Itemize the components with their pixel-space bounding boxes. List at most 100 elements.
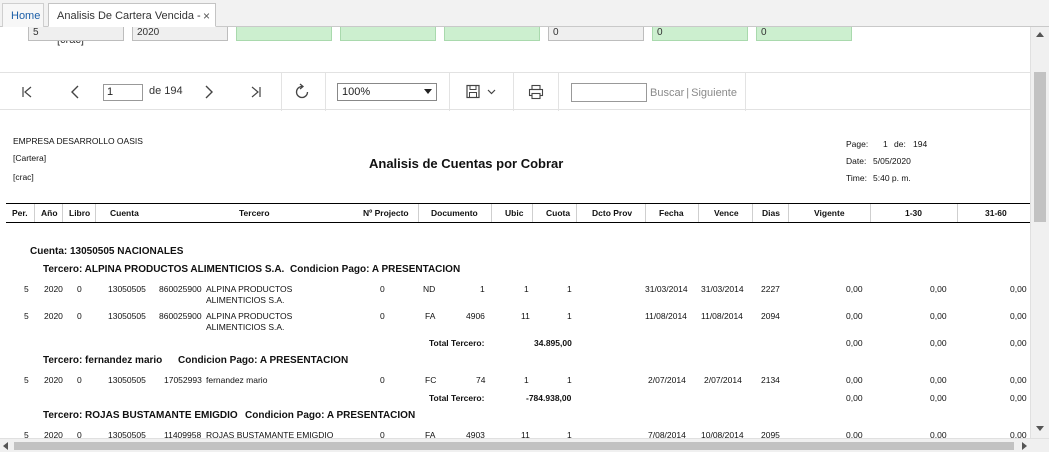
cell-per: 5 xyxy=(24,375,29,385)
total-vigente: 0,00 xyxy=(846,338,863,348)
vertical-scroll-thumb[interactable] xyxy=(1034,72,1046,222)
cell-vence: 10/08/2014 xyxy=(701,430,744,438)
cell-dias: 2227 xyxy=(761,284,780,294)
cell-vigente: 0,00 xyxy=(846,284,863,294)
cell-1-30: 0,00 xyxy=(930,430,947,438)
find-next-link[interactable]: Siguiente xyxy=(691,87,737,99)
total-label: Total Tercero: xyxy=(429,393,485,403)
scroll-down-icon[interactable] xyxy=(1036,426,1044,431)
total-1-30: 0,00 xyxy=(930,338,947,348)
cell-proyecto: 0 xyxy=(380,375,385,385)
filter-field-8[interactable]: 0 xyxy=(756,27,852,41)
cell-tercero-cont: ALIMENTICIOS S.A. xyxy=(206,295,285,305)
cell-dias: 2095 xyxy=(761,430,780,438)
vertical-scrollbar[interactable] xyxy=(1030,27,1049,438)
horizontal-scrollbar[interactable] xyxy=(0,438,1049,452)
print-button[interactable] xyxy=(524,73,548,111)
last-page-icon xyxy=(251,86,261,98)
filter-field-6[interactable]: 0 xyxy=(548,27,644,41)
cell-cuota: 1 xyxy=(567,311,572,321)
cell-libro: 0 xyxy=(77,284,82,294)
total-value: 34.895,00 xyxy=(534,338,572,348)
total-31-60: 0,00 xyxy=(1010,338,1027,348)
cell-tipo-doc: FA xyxy=(425,430,436,438)
filter-field-4[interactable] xyxy=(340,27,436,41)
page-number: 1 xyxy=(883,139,888,149)
filter-field-7[interactable]: 0 xyxy=(652,27,748,41)
tab-home[interactable]: Home xyxy=(2,3,44,27)
condicion-pago: Condicion Pago: A PRESENTACION xyxy=(178,355,349,366)
last-page-button[interactable] xyxy=(243,73,269,111)
filter-field-5[interactable] xyxy=(444,27,540,41)
chevron-left-icon xyxy=(71,85,79,99)
scroll-left-icon[interactable] xyxy=(3,442,8,450)
col-31-60: 31-60 xyxy=(985,208,1007,218)
col-vence: Vence xyxy=(714,208,739,218)
filter-field-3[interactable] xyxy=(236,27,332,41)
cell-dias: 2094 xyxy=(761,311,780,321)
page-count-label: de 194 xyxy=(149,85,183,97)
period-field[interactable]: 5 xyxy=(28,27,124,41)
column-divider xyxy=(645,204,646,222)
col-cuenta: Cuenta xyxy=(110,208,139,218)
cell-cuenta: 13050505 xyxy=(108,284,146,294)
cell-libro: 0 xyxy=(77,430,82,438)
header-bottom-line xyxy=(6,222,1030,223)
cell-tipo-doc: FC xyxy=(425,375,437,385)
export-button[interactable] xyxy=(461,73,501,111)
cell-vigente: 0,00 xyxy=(846,375,863,385)
cell-31-60: 0,00 xyxy=(1010,375,1027,385)
filter-row: 5 2020 0 0 0 xyxy=(0,27,1030,71)
cell-nit: 860025900 xyxy=(159,311,202,321)
find-input[interactable] xyxy=(571,83,647,102)
toolbar-separator xyxy=(449,73,450,111)
previous-page-button[interactable] xyxy=(62,73,88,111)
first-page-button[interactable] xyxy=(14,73,40,111)
total-vigente: 0,00 xyxy=(846,393,863,403)
col-1-30: 1-30 xyxy=(905,208,923,218)
cell-fecha: 2/07/2014 xyxy=(648,375,686,385)
page-number-input[interactable]: 1 xyxy=(103,84,143,101)
col-per: Per. xyxy=(12,208,28,218)
find-links: Buscar | Siguiente xyxy=(650,87,737,99)
cell-fecha: 31/03/2014 xyxy=(645,284,688,294)
col-fecha: Fecha xyxy=(659,208,684,218)
cell-vence: 31/03/2014 xyxy=(701,284,744,294)
cell-ubic: 11 xyxy=(521,430,530,438)
toolbar-separator xyxy=(745,73,746,111)
tab-analisis-cartera[interactable]: Analisis De Cartera Vencida -[crac] × xyxy=(48,3,216,46)
find-link[interactable]: Buscar xyxy=(650,87,684,99)
horizontal-scroll-thumb[interactable] xyxy=(14,442,1014,450)
cell-ano: 2020 xyxy=(44,375,63,385)
column-divider xyxy=(491,204,492,222)
cell-ubic: 1 xyxy=(524,284,529,294)
cell-ubic: 11 xyxy=(521,311,530,321)
col-dias: Dias xyxy=(762,208,780,218)
zoom-value: 100% xyxy=(342,86,371,98)
col-documento: Documento xyxy=(431,208,478,218)
column-divider xyxy=(576,204,577,222)
scroll-up-icon[interactable] xyxy=(1036,32,1044,37)
cell-31-60: 0,00 xyxy=(1010,311,1027,321)
cell-tercero-cont: ALIMENTICIOS S.A. xyxy=(206,322,285,332)
cell-tipo-doc: ND xyxy=(423,284,436,294)
refresh-button[interactable] xyxy=(289,73,315,111)
next-page-button[interactable] xyxy=(196,73,222,111)
page-total: 194 xyxy=(913,139,928,149)
column-divider xyxy=(532,204,533,222)
column-divider xyxy=(788,204,789,222)
company-name: EMPRESA DESARROLLO OASIS xyxy=(13,136,143,146)
cell-documento: 4903 xyxy=(466,430,485,438)
toolbar-separator xyxy=(325,73,326,111)
cell-31-60: 0,00 xyxy=(1010,284,1027,294)
column-divider xyxy=(957,204,958,222)
scroll-right-icon[interactable] xyxy=(1022,442,1027,450)
report-time: 5:40 p. m. xyxy=(873,173,911,183)
toolbar-separator xyxy=(513,73,514,111)
header-top-line xyxy=(6,203,1030,204)
zoom-select[interactable]: 100% xyxy=(337,83,437,101)
cell-nit: 11409958 xyxy=(164,430,202,438)
close-icon[interactable]: × xyxy=(203,4,210,28)
cell-ano: 2020 xyxy=(44,284,63,294)
year-field[interactable]: 2020 xyxy=(132,27,228,41)
